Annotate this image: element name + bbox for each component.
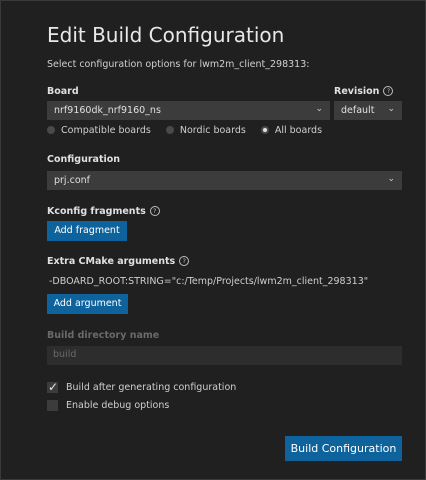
help-circle-icon[interactable]: ? [149, 206, 160, 216]
kconfig-label-text: Kconfig fragments [47, 206, 146, 217]
page-subtitle: Select configuration options for lwm2m_c… [47, 59, 310, 70]
checkbox-box [47, 400, 58, 411]
kconfig-label: Kconfig fragments? [47, 206, 160, 217]
edit-build-configuration-panel: Edit Build Configuration Select configur… [0, 0, 426, 480]
board-label-text: Board [47, 86, 79, 97]
enable-debug-label: Enable debug options [66, 400, 170, 411]
checkmark-icon: ✓ [48, 380, 59, 394]
board-label: Board [47, 86, 79, 97]
board-select-value: nrf9160dk_nrf9160_ns [54, 105, 161, 116]
radio-label: Compatible boards [61, 125, 151, 136]
cmake-argument[interactable]: -DBOARD_ROOT:STRING="c:/Temp/Projects/lw… [49, 276, 368, 287]
radio-circle-icon [165, 126, 174, 134]
build-directory-value: build [53, 349, 77, 360]
board-select[interactable]: nrf9160dk_nrf9160_ns ⌄ [47, 101, 330, 120]
build-directory-label: Build directory name [47, 330, 160, 341]
configuration-select-value: prj.conf [54, 175, 90, 186]
help-circle-icon[interactable]: ? [383, 86, 394, 96]
build-configuration-button[interactable]: Build Configuration [285, 436, 402, 461]
cmake-label-text: Extra CMake arguments [47, 256, 176, 267]
configuration-label: Configuration [47, 154, 121, 165]
checkbox-box: ✓ [47, 380, 59, 394]
radio-all-boards[interactable]: All boards [260, 125, 323, 136]
radio-label: All boards [274, 125, 323, 136]
revision-select[interactable]: default ⌄ [334, 101, 402, 120]
radio-selected-icon [260, 126, 269, 134]
build-after-label: Build after generating configuration [66, 382, 237, 393]
chevron-down-icon: ⌄ [387, 174, 395, 184]
configuration-select[interactable]: prj.conf ⌄ [47, 171, 402, 190]
revision-label: Revision? [334, 86, 394, 97]
build-directory-input[interactable]: build [47, 346, 402, 365]
radio-compatible-boards[interactable]: Compatible boards [47, 125, 151, 136]
radio-circle-icon [47, 126, 55, 134]
chevron-down-icon: ⌄ [315, 104, 323, 114]
chevron-down-icon: ⌄ [387, 104, 395, 114]
add-argument-button[interactable]: Add argument [47, 294, 128, 314]
page-title: Edit Build Configuration [47, 23, 285, 47]
radio-label: Nordic boards [179, 125, 246, 136]
board-filter-radio-group: Compatible boards Nordic boards All boar… [47, 125, 334, 136]
help-circle-icon[interactable]: ? [179, 256, 190, 266]
revision-select-value: default [341, 105, 375, 116]
add-fragment-button[interactable]: Add fragment [47, 221, 127, 241]
radio-nordic-boards[interactable]: Nordic boards [165, 125, 246, 136]
revision-label-text: Revision [334, 86, 380, 97]
cmake-label: Extra CMake arguments? [47, 256, 190, 267]
